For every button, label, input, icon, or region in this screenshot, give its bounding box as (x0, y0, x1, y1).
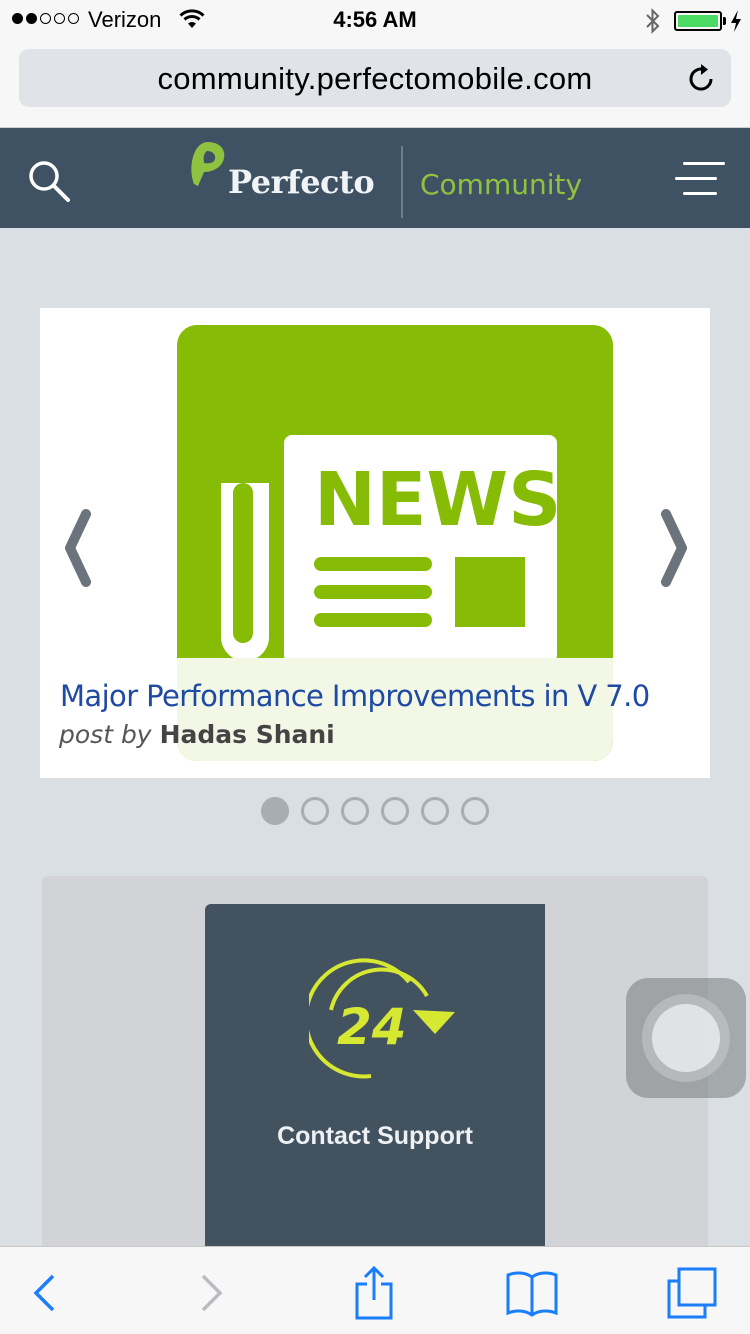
news-heading-text: NEWS (314, 457, 561, 543)
24-hour-support-icon: 24 (309, 958, 455, 1079)
bookmarks-button[interactable] (504, 1265, 560, 1321)
browser-toolbar (0, 1246, 750, 1334)
support-24-text: 24 (337, 998, 407, 1056)
back-button[interactable] (16, 1265, 72, 1321)
slide-title-link[interactable]: Major Performance Improvements in V 7.0 (60, 679, 650, 713)
book-icon (506, 1271, 558, 1317)
author-name[interactable]: Hadas Shani (160, 720, 335, 749)
slide-meta: post by Hadas Shani (59, 720, 335, 749)
share-icon (355, 1266, 393, 1320)
carousel-prev-arrow-icon[interactable] (56, 508, 96, 588)
charging-bolt-icon (731, 10, 741, 32)
battery-icon (674, 11, 722, 31)
search-icon[interactable] (24, 156, 74, 206)
featured-carousel[interactable]: NEWS Major Performance Improvements in V… (40, 308, 710, 778)
support-section: 24 Contact Support (42, 876, 708, 1256)
site-header: Perfecto Community (0, 128, 750, 228)
share-button[interactable] (346, 1265, 402, 1321)
perfecto-community-logo[interactable]: Perfecto Community (188, 140, 582, 218)
bluetooth-icon (646, 8, 660, 34)
reload-icon[interactable] (687, 62, 717, 94)
carousel-pager (261, 797, 489, 825)
contact-support-card[interactable]: 24 Contact Support (205, 904, 545, 1256)
contact-support-label: Contact Support (277, 1122, 473, 1150)
logo-text: Perfecto (228, 163, 375, 201)
pager-dot[interactable] (381, 797, 409, 825)
forward-button[interactable] (184, 1265, 240, 1321)
pager-dot[interactable] (301, 797, 329, 825)
pager-dot[interactable] (421, 797, 449, 825)
battery-tip (723, 17, 726, 25)
browser-address-area: community.perfectomobile.com (0, 40, 750, 128)
pager-dot[interactable] (341, 797, 369, 825)
carousel-next-arrow-icon[interactable] (656, 508, 696, 588)
chevron-right-icon (201, 1274, 223, 1312)
assistive-touch-button[interactable] (626, 978, 746, 1098)
hamburger-menu-icon[interactable] (675, 162, 725, 196)
chevron-left-icon (33, 1274, 55, 1312)
pager-dot[interactable] (461, 797, 489, 825)
tabs-button[interactable] (664, 1265, 720, 1321)
url-text[interactable]: community.perfectomobile.com (19, 61, 731, 97)
pager-dot[interactable] (261, 797, 289, 825)
status-bar: Verizon 4:56 AM (0, 0, 750, 40)
perfecto-leaf-icon (191, 142, 225, 186)
tabs-icon (667, 1267, 717, 1319)
status-time: 4:56 AM (333, 7, 417, 32)
logo-subtext: Community (420, 168, 583, 201)
address-bar[interactable]: community.perfectomobile.com (19, 49, 731, 107)
logo-divider (401, 146, 403, 218)
post-by-label: post by (59, 720, 152, 749)
